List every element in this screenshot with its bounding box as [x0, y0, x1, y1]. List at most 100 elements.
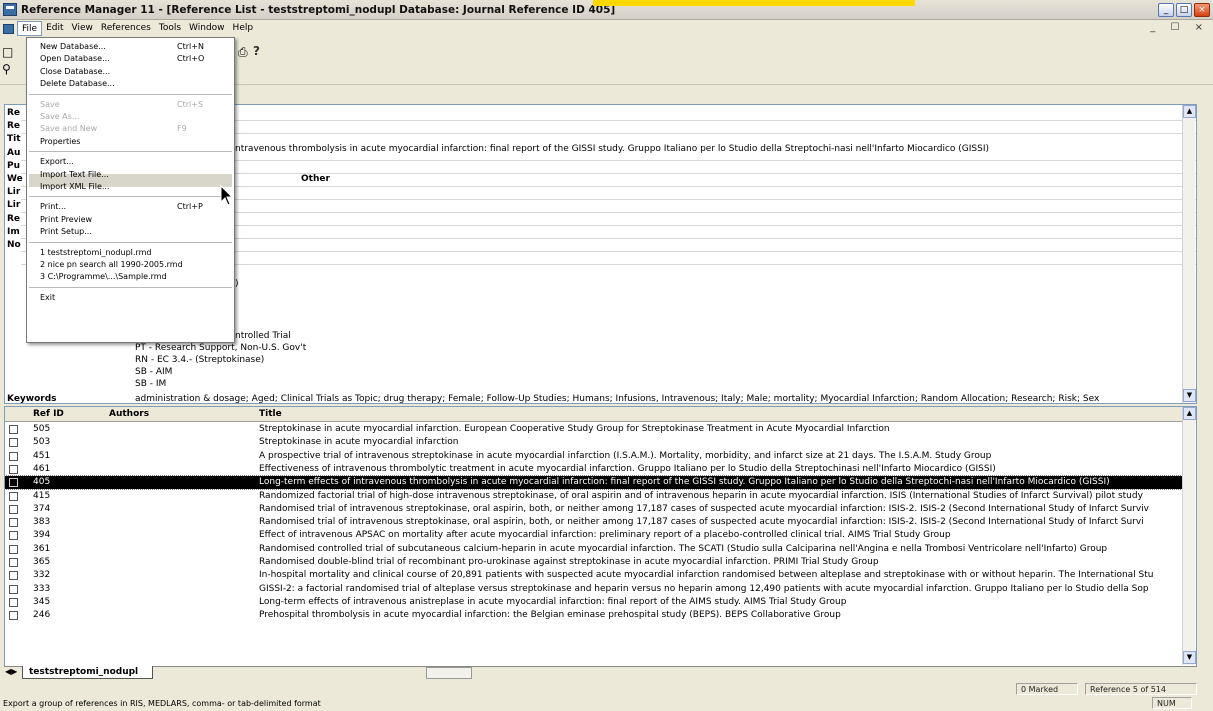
notes-paren: )	[235, 279, 239, 289]
file-menu-item[interactable]: Close Database...	[40, 67, 110, 76]
minimize-button[interactable]: _	[1158, 3, 1174, 17]
row-checkbox[interactable]	[9, 544, 18, 554]
file-menu-item[interactable]: Import XML File...	[40, 182, 110, 191]
title-field-value[interactable]: ntravenous thrombolysis in acute myocard…	[235, 144, 989, 154]
table-row[interactable]: 405 Long-term effects of intravenous thro…	[5, 475, 1183, 491]
row-checkbox[interactable]	[9, 478, 18, 488]
table-row[interactable]: 415 Randomized factorial trial of high-do…	[5, 490, 1182, 503]
menu-shortcut: Ctrl+P	[177, 202, 203, 212]
row-checkbox[interactable]	[9, 438, 18, 448]
app-icon[interactable]	[3, 3, 17, 16]
keywords-value: administration & dosage; Aged; Clinical …	[135, 394, 1100, 404]
tab-teststreptomi[interactable]: teststreptomi_nodupl	[22, 666, 154, 679]
search-icon[interactable]: ⚲	[2, 62, 11, 76]
file-menu-item[interactable]: Save	[40, 100, 60, 109]
table-row[interactable]: 333 GISSI-2: a factorial randomised trial…	[5, 583, 1182, 596]
row-checkbox[interactable]	[9, 425, 18, 434]
table-row[interactable]: 461 Effectiveness of intravenous thrombol…	[5, 463, 1182, 476]
table-row[interactable]: 383 Randomised trial of intravenous strep…	[5, 516, 1182, 529]
menu-file[interactable]: File	[17, 21, 43, 36]
menu-shortcut: Ctrl+N	[177, 42, 204, 51]
table-row[interactable]: 361 Randomised controlled trial of subcut…	[5, 543, 1182, 556]
table-row[interactable]: 503 Streptokinase in acute myocardial inf…	[5, 436, 1182, 449]
menu-help[interactable]: Help	[229, 21, 258, 36]
field-label: Re	[7, 108, 21, 118]
menu-tools[interactable]: Tools	[155, 21, 185, 36]
table-row[interactable]: 246 Prehospital thrombolysis in acute myo…	[5, 609, 1182, 622]
help-icon[interactable]: ?	[253, 44, 260, 58]
menu-shortcut: F9	[177, 124, 187, 134]
list-scrollbar[interactable]: ▲ ▼	[1182, 407, 1196, 665]
menu-view[interactable]: View	[68, 21, 97, 36]
row-checkbox[interactable]	[9, 464, 18, 474]
new-icon[interactable]: □	[2, 45, 13, 59]
file-menu-item[interactable]: 2 nice pn search all 1990-2005.rmd	[40, 260, 183, 269]
file-menu-item[interactable]: Export...	[40, 157, 74, 166]
row-title: Randomised controlled trial of subcutane…	[259, 543, 1108, 554]
table-row[interactable]: 332 In-hospital mortality and clinical co…	[5, 569, 1182, 582]
scroll-down-icon[interactable]: ▼	[1183, 389, 1196, 402]
maximize-button[interactable]: □	[1176, 3, 1192, 17]
file-menu-item[interactable]: Exit	[40, 293, 55, 302]
scroll-up-icon[interactable]: ▲	[1183, 105, 1196, 118]
file-menu-item[interactable]: 1 teststreptomi_nodupl.rmd	[40, 248, 151, 257]
row-ref-id: 332	[33, 570, 51, 581]
close-button[interactable]: ×	[1194, 3, 1210, 17]
column-header-refid[interactable]: Ref ID	[33, 409, 64, 419]
detail-scrollbar[interactable]: ▲ ▼	[1182, 105, 1196, 403]
column-header-title[interactable]: Title	[259, 409, 282, 419]
row-ref-id: 246	[33, 610, 51, 621]
file-menu-item[interactable]: Delete Database...	[40, 79, 115, 88]
row-checkbox[interactable]	[9, 451, 18, 461]
row-checkbox[interactable]	[9, 584, 18, 594]
table-row[interactable]: 505 Streptokinase in acute myocardial inf…	[5, 423, 1182, 436]
column-header-authors[interactable]: Authors	[109, 409, 149, 419]
file-menu-item[interactable]: Open Database...	[40, 54, 110, 63]
row-checkbox[interactable]	[9, 571, 18, 581]
row-ref-id: 461	[33, 463, 51, 474]
row-title: Randomised trial of intravenous streptok…	[259, 517, 1144, 528]
scroll-up-icon[interactable]: ▲	[1183, 407, 1196, 420]
row-checkbox[interactable]	[9, 558, 18, 567]
scroll-down-icon[interactable]: ▼	[1183, 651, 1196, 664]
menu-references[interactable]: References	[97, 21, 155, 36]
row-ref-id: 361	[33, 543, 51, 554]
file-menu-item[interactable]: 3 C:\Programme\...\Sample.rmd	[40, 272, 167, 281]
file-menu-item[interactable]: Save As...	[40, 112, 79, 121]
row-ref-id: 374	[33, 503, 51, 514]
file-menu-item[interactable]: Save and New	[40, 124, 97, 133]
tab-nav-icon[interactable]: ◀▶	[5, 667, 17, 676]
file-menu-item[interactable]: Print Preview	[40, 215, 92, 224]
table-row[interactable]: 365 Randomised double-blind trial of reco…	[5, 556, 1182, 569]
row-checkbox[interactable]	[9, 491, 18, 501]
horizontal-scrollbar[interactable]	[426, 667, 472, 679]
table-row[interactable]: 374 Randomised trial of intravenous strep…	[5, 503, 1182, 516]
file-menu-item[interactable]: Properties	[40, 137, 80, 146]
row-checkbox[interactable]	[9, 531, 18, 541]
row-checkbox[interactable]	[9, 597, 18, 607]
print-icon[interactable]: ⎙	[238, 45, 248, 60]
table-row[interactable]: 451 A prospective trial of intravenous st…	[5, 450, 1182, 463]
file-menu-item[interactable]: New Database...	[40, 42, 106, 51]
row-checkbox[interactable]	[9, 518, 18, 528]
row-title: Long-term effects of intravenous anistre…	[259, 596, 847, 607]
list-header: Ref ID Authors Title	[5, 407, 1182, 422]
field-label: Lir	[7, 200, 21, 211]
row-title: Long-term effects of intravenous thrombo…	[259, 477, 1110, 488]
document-icon[interactable]	[3, 23, 14, 34]
menu-edit[interactable]: Edit	[42, 21, 67, 36]
file-menu-item[interactable]: Print...	[40, 202, 66, 211]
file-menu-item[interactable]: Import Text File...	[40, 170, 109, 179]
row-ref-id: 383	[33, 517, 51, 528]
row-checkbox[interactable]	[9, 611, 18, 621]
marked-count: 0 Marked	[1016, 683, 1078, 695]
status-hint: Export a group of references in RIS, MED…	[3, 699, 321, 708]
mdi-controls[interactable]: _ ☐ ×	[1150, 22, 1209, 33]
file-menu-item[interactable]: Print Setup...	[40, 227, 92, 236]
notes-line: RN - EC 3.4.- (Streptokinase)	[135, 355, 265, 365]
menu-separator	[29, 286, 232, 288]
row-checkbox[interactable]	[9, 504, 18, 514]
table-row[interactable]: 394 Effect of intravenous APSAC on mortal…	[5, 529, 1182, 542]
menu-window[interactable]: Window	[185, 21, 229, 36]
table-row[interactable]: 345 Long-term effects of intravenous anis…	[5, 596, 1182, 609]
